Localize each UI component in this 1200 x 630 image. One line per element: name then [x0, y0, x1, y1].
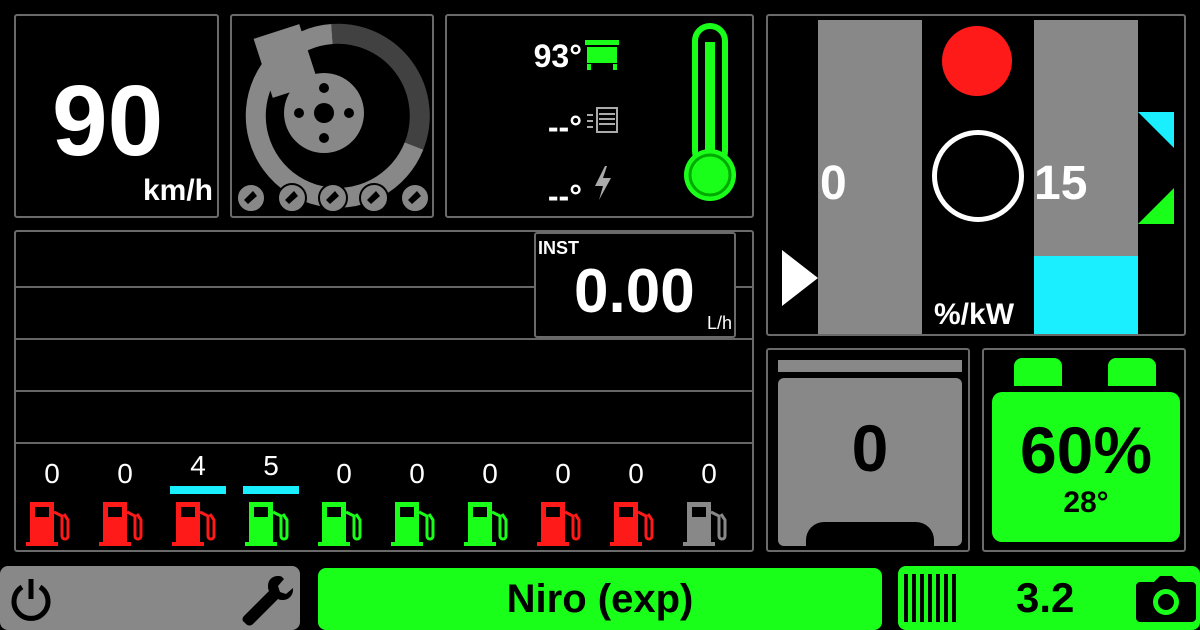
fuel-pump-item: 0 — [610, 454, 672, 550]
fuel-pump-icon — [245, 502, 289, 546]
fuel-pump-row: 0 0 4 5 0 0 0 0 0 0 — [16, 450, 752, 550]
grid-line — [16, 442, 752, 444]
fuel-pump-icon — [99, 502, 143, 546]
fuel-pump-item: 0 — [683, 454, 745, 550]
regen-indicator-icon — [942, 26, 1012, 96]
barcode-icon — [904, 574, 956, 622]
speed-unit: km/h — [142, 174, 213, 207]
footer-left-button[interactable] — [0, 566, 300, 630]
fuel-pump-icon — [683, 502, 727, 546]
battery-panel: 60% 28° — [982, 348, 1186, 552]
ambient-temp: --° — [547, 109, 582, 145]
gear-top-bar — [778, 360, 962, 372]
battery-temp-value: 28° — [1063, 486, 1109, 519]
gear-slot — [806, 522, 934, 546]
fuel-panel: INST 0.00 L/h 0 0 4 5 0 0 0 0 0 0 — [14, 230, 754, 552]
fuel-pump-icon — [537, 502, 581, 546]
fuel-pump-count: 0 — [555, 458, 571, 489]
thermometer-icon — [684, 23, 736, 201]
inst-value: 0.00 — [574, 257, 695, 326]
left-pointer-icon — [782, 250, 818, 306]
fuel-pump-icon — [26, 502, 70, 546]
grid-line — [16, 390, 752, 392]
inst-label: INST — [538, 238, 580, 258]
fuel-pump-count: 0 — [336, 458, 352, 489]
fuel-pump-count: 0 — [701, 458, 717, 489]
power-right-value: 15 — [1034, 157, 1088, 210]
inst-consumption-box: INST 0.00 L/h — [534, 232, 736, 338]
fuel-pump-icon — [391, 502, 435, 546]
power-unit: %/kW — [934, 298, 1015, 331]
radiator-icon — [585, 40, 619, 70]
power-panel: 0 %/kW 15 — [766, 14, 1186, 336]
inst-unit: L/h — [706, 313, 732, 333]
lightning-icon — [595, 166, 611, 200]
fuel-pump-marker — [170, 486, 226, 494]
fuel-pump-count: 5 — [263, 450, 279, 481]
power-bar-fill — [1034, 256, 1138, 334]
green-marker-icon — [1138, 188, 1174, 224]
fuel-pump-item: 0 — [391, 454, 453, 550]
tire-indicators — [235, 182, 431, 214]
fuel-pump-item: 0 — [537, 454, 599, 550]
fuel-pump-count: 0 — [117, 458, 133, 489]
power-left-value: 0 — [820, 157, 847, 210]
fuel-pump-count: 0 — [44, 458, 60, 489]
fuel-pump-count: 0 — [628, 458, 644, 489]
wrench-icon[interactable] — [238, 572, 294, 626]
heater-icon — [587, 107, 618, 133]
battery-terminal-left — [1014, 358, 1062, 386]
cyan-marker-icon — [1138, 112, 1174, 148]
fuel-pump-item: 0 — [99, 454, 161, 550]
camera-icon[interactable] — [1136, 576, 1196, 622]
fuel-pump-icon — [610, 502, 654, 546]
speed-panel: 90 km/h — [14, 14, 219, 218]
power-icon[interactable] — [8, 576, 54, 622]
fuel-pump-item: 0 — [26, 454, 88, 550]
fuel-pump-icon — [318, 502, 362, 546]
battery-terminal-right — [1108, 358, 1156, 386]
fuel-pump-count: 4 — [190, 450, 206, 481]
fuel-pump-count: 0 — [482, 458, 498, 489]
fuel-pump-icon — [172, 502, 216, 546]
footer-right-button[interactable]: 3.2 — [898, 566, 1200, 630]
coolant-temp: 93° — [533, 38, 582, 74]
fuel-pump-icon — [464, 502, 508, 546]
fuel-pump-item: 0 — [318, 454, 380, 550]
ready-indicator-icon — [932, 130, 1024, 222]
fuel-pump-count: 0 — [409, 458, 425, 489]
brake-panel — [230, 14, 434, 218]
fuel-pump-item: 0 — [464, 454, 526, 550]
battery-soc: 60% — [1019, 413, 1153, 487]
fuel-pump-item: 5 — [243, 450, 307, 550]
fuel-pump-marker — [243, 486, 299, 494]
temperature-panel: 93° --° --° — [445, 14, 754, 218]
version-value: 3.2 — [1016, 574, 1075, 621]
gear-panel: 0 — [766, 348, 970, 552]
speed-value: 90 — [52, 65, 164, 177]
gear-value: 0 — [851, 411, 889, 485]
grid-line — [16, 338, 752, 340]
fuel-pump-item: 4 — [170, 450, 234, 550]
car-name-button[interactable]: Niro (exp) — [318, 568, 882, 630]
battery-temp: --° — [547, 178, 582, 214]
